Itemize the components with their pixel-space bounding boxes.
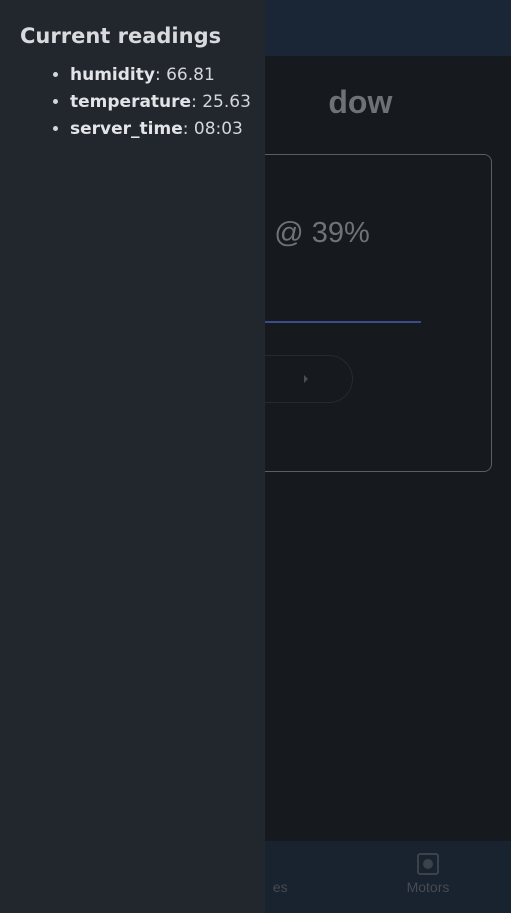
readings-drawer: Current readings humidity: 66.81 tempera…	[0, 0, 265, 913]
drawer-title: Current readings	[20, 24, 222, 48]
reading-value: 08:03	[193, 119, 243, 139]
reading-key: humidity	[70, 65, 155, 85]
reading-item-temperature: temperature: 25.63	[70, 89, 251, 116]
reading-item-humidity: humidity: 66.81	[70, 62, 245, 89]
nav-label-motors: Motors	[406, 879, 450, 895]
motor-icon	[417, 853, 439, 875]
reading-item-server-time: server_time: 08:03	[70, 116, 245, 143]
reading-value: 66.81	[166, 65, 215, 85]
readings-list: humidity: 66.81 temperature: 25.63 serve…	[20, 62, 251, 143]
reading-key: server_time	[70, 119, 183, 139]
page-title: Window	[270, 84, 510, 121]
play-icon	[304, 375, 308, 383]
reading-value: 25.63	[202, 92, 251, 112]
reading-key: temperature	[70, 92, 192, 112]
app-root: Window Position @ 39% ⋮ Features Motors …	[0, 0, 511, 913]
page-title-text: dow	[328, 84, 393, 120]
nav-item-motors[interactable]: Motors	[368, 841, 488, 913]
